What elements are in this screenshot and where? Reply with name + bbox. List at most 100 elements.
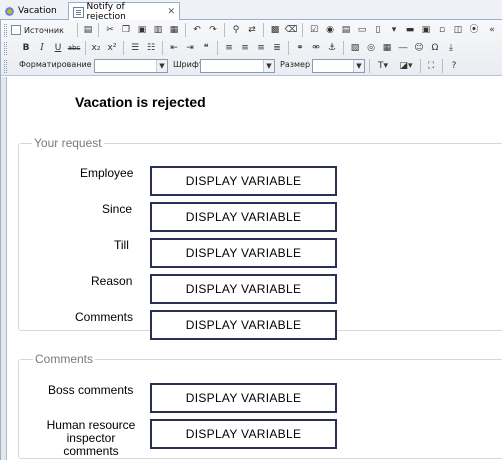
image-button-icon[interactable]: ▣ — [419, 23, 433, 37]
employee-variable-field[interactable]: DISPLAY VARIABLE — [150, 166, 337, 196]
cut-icon[interactable]: ✂ — [103, 23, 117, 37]
strike-icon[interactable]: abc — [67, 41, 81, 55]
toolbar-row-2: B I U abc x₂ x² ☰ ☷ ⇤ ⇥ ❝ ≡ ≡ ≡ ≣ ⚭ ⚮ ⚓ … — [1, 39, 502, 57]
hr-inspector-comments-label: Human resource inspector comments — [42, 419, 140, 458]
toolbar-grip[interactable] — [4, 60, 7, 73]
align-right-icon[interactable]: ≡ — [254, 41, 268, 55]
till-variable-field[interactable]: DISPLAY VARIABLE — [150, 238, 337, 268]
employee-label: Employee — [80, 166, 134, 180]
toolbar-separator — [98, 23, 99, 37]
numbered-list-icon[interactable]: ☰ — [128, 41, 142, 55]
find-icon[interactable]: ⚲ — [229, 23, 243, 37]
vacation-process-icon — [4, 5, 15, 17]
select-field-icon[interactable]: ▾ — [387, 23, 401, 37]
tab-notify-of-rejection[interactable]: Notify of rejection ✕ — [68, 2, 180, 22]
textarea-icon[interactable]: ▯ — [371, 23, 385, 37]
editor-content[interactable]: Vacation is rejected Your request Employ… — [1, 77, 502, 460]
hidden-field-icon[interactable]: ▫ — [435, 23, 449, 37]
chevron-down-icon: ▼ — [263, 60, 274, 72]
underline-icon[interactable]: U — [51, 41, 65, 55]
source-button[interactable]: Источник — [11, 23, 64, 37]
form-title: Vacation is rejected — [75, 94, 206, 110]
paste-word-icon[interactable]: ▦ — [167, 23, 181, 37]
toolbar-separator — [343, 41, 344, 55]
table-icon[interactable]: ▦ — [380, 41, 394, 55]
toolbar-separator — [77, 23, 78, 37]
toolbar-separator — [224, 23, 225, 37]
text-field-icon[interactable]: ▭ — [355, 23, 369, 37]
toolbar-separator — [420, 59, 421, 73]
comments-label: Comments — [75, 310, 134, 324]
redo-icon[interactable]: ↷ — [206, 23, 220, 37]
toolbar-grip[interactable] — [4, 24, 7, 37]
hr-comments-variable-field[interactable]: DISPLAY VARIABLE — [150, 419, 337, 449]
editor-gutter — [1, 77, 7, 460]
boss-comments-label: Boss comments — [48, 383, 134, 397]
select-all-icon[interactable]: ▩ — [268, 23, 282, 37]
button-icon[interactable]: ▬ — [403, 23, 417, 37]
unlink-icon[interactable]: ⚮ — [309, 41, 323, 55]
blockquote-icon[interactable]: ❝ — [199, 41, 213, 55]
remove-format-icon[interactable]: ⌫ — [284, 23, 298, 37]
toolbar-separator — [369, 59, 370, 73]
italic-icon[interactable]: I — [35, 41, 49, 55]
replace-icon[interactable]: ⇄ — [245, 23, 259, 37]
since-variable-field[interactable]: DISPLAY VARIABLE — [150, 202, 337, 232]
reason-variable-field[interactable]: DISPLAY VARIABLE — [150, 274, 337, 304]
link-icon[interactable]: ⚭ — [293, 41, 307, 55]
checkbox-icon[interactable]: ☑ — [307, 23, 321, 37]
superscript-icon[interactable]: x² — [105, 41, 119, 55]
special-char-icon[interactable]: Ω — [428, 41, 442, 55]
help-icon[interactable]: ? — [447, 59, 461, 73]
toolbar-separator — [442, 59, 443, 73]
toolbar-separator — [302, 23, 303, 37]
expand-toolbar-icon[interactable]: « — [485, 23, 499, 37]
outdent-icon[interactable]: ⇤ — [167, 41, 181, 55]
paste-text-icon[interactable]: ▥ — [151, 23, 165, 37]
align-justify-icon[interactable]: ≣ — [270, 41, 284, 55]
request-legend: Your request — [32, 136, 104, 150]
bullet-list-icon[interactable]: ☷ — [144, 41, 158, 55]
page-break-icon[interactable]: ⤓ — [444, 41, 458, 55]
toolbar-grip[interactable] — [4, 42, 7, 55]
format-label: Форматирование — [19, 60, 92, 69]
undo-icon[interactable]: ↶ — [190, 23, 204, 37]
flash-icon[interactable]: ◎ — [364, 41, 378, 55]
boss-comments-variable-field[interactable]: DISPLAY VARIABLE — [150, 383, 337, 413]
comments-variable-field[interactable]: DISPLAY VARIABLE — [150, 310, 337, 340]
close-tab-icon[interactable]: ✕ — [167, 7, 175, 17]
chevron-down-icon: ▼ — [353, 60, 364, 72]
tab-vacation[interactable]: Vacation — [0, 2, 66, 20]
size-select[interactable]: ▼ — [312, 59, 365, 73]
horizontal-rule-icon[interactable]: ― — [396, 41, 410, 55]
tab-notify-label: Notify of rejection — [86, 2, 126, 22]
preview-icon[interactable]: ▤ — [81, 23, 95, 37]
label-field-icon[interactable]: ◫ — [451, 23, 465, 37]
variable-icon[interactable]: ⦿ — [467, 23, 481, 37]
paste-icon[interactable]: ▣ — [135, 23, 149, 37]
font-select[interactable]: ▼ — [200, 59, 275, 73]
source-label: Источник — [24, 25, 64, 35]
toolbar-separator — [263, 23, 264, 37]
reason-label: Reason — [91, 274, 133, 288]
maximize-icon[interactable]: ⛶ — [424, 59, 438, 73]
copy-icon[interactable]: ❐ — [119, 23, 133, 37]
tab-vacation-label: Vacation — [18, 6, 57, 16]
align-left-icon[interactable]: ≡ — [222, 41, 236, 55]
subscript-icon[interactable]: x₂ — [89, 41, 103, 55]
indent-icon[interactable]: ⇥ — [183, 41, 197, 55]
toolbar-separator — [217, 41, 218, 55]
html-editor: Источник ▤ ✂ ❐ ▣ ▥ ▦ ↶ ↷ ⚲ ⇄ ▩ ⌫ ☑ ◉ ▤ ▭… — [0, 20, 502, 460]
form-icon[interactable]: ▤ — [339, 23, 353, 37]
editor-toolbars: Источник ▤ ✂ ❐ ▣ ▥ ▦ ↶ ↷ ⚲ ⇄ ▩ ⌫ ☑ ◉ ▤ ▭… — [1, 20, 502, 76]
bold-icon[interactable]: B — [19, 41, 33, 55]
size-label: Размер — [280, 60, 311, 69]
image-icon[interactable]: ▧ — [348, 41, 362, 55]
radio-icon[interactable]: ◉ — [323, 23, 337, 37]
smiley-icon[interactable]: ☺ — [412, 41, 426, 55]
anchor-icon[interactable]: ⚓ — [325, 41, 339, 55]
background-color-icon[interactable]: ◪▾ — [396, 59, 416, 73]
format-select[interactable]: ▼ — [94, 59, 168, 73]
align-center-icon[interactable]: ≡ — [238, 41, 252, 55]
text-color-icon[interactable]: T▾ — [373, 59, 393, 73]
